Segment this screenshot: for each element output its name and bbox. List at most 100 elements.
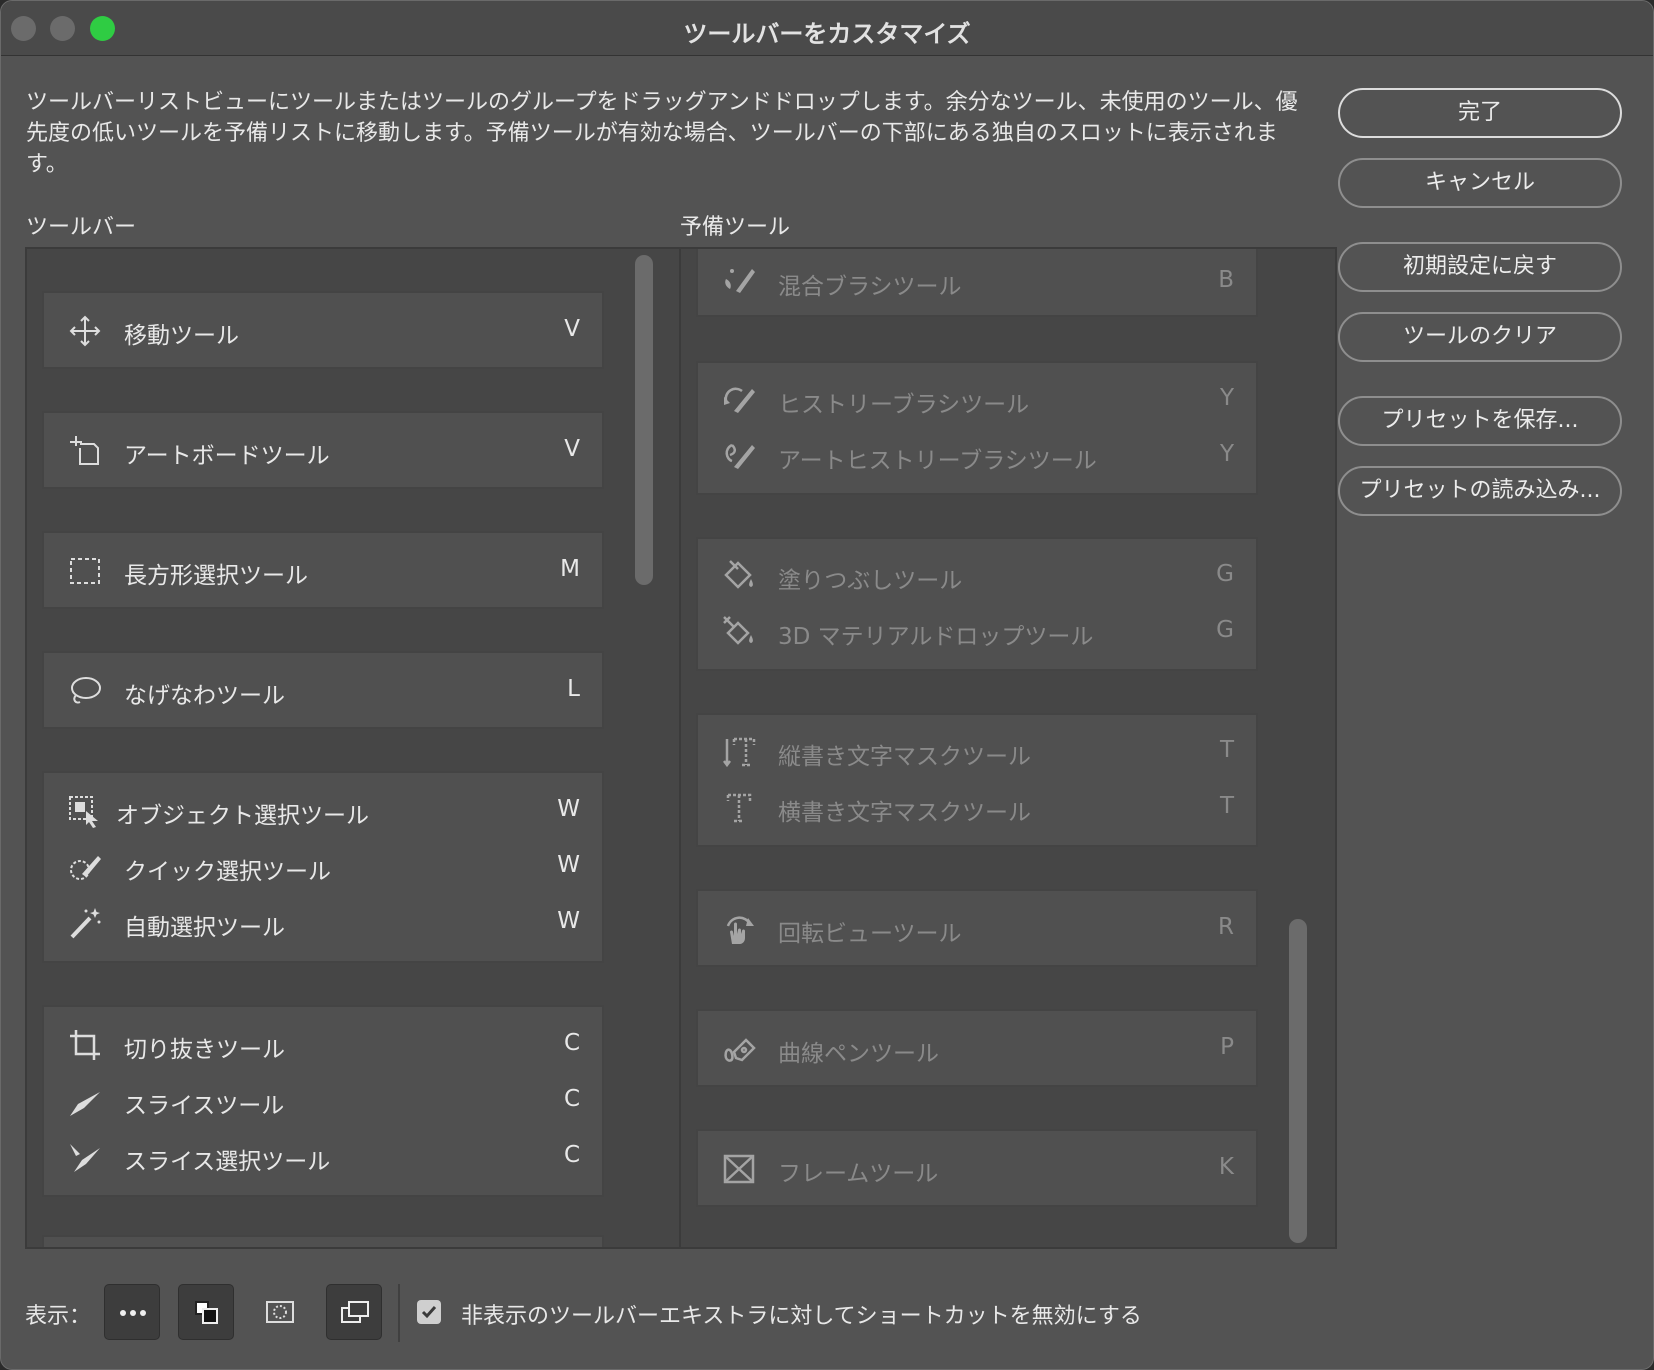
tool-label: 移動ツール (124, 323, 239, 349)
tool-row-slice[interactable]: スライスツール C (44, 1072, 602, 1128)
toggle-screen-mode-button[interactable] (326, 1284, 382, 1340)
tool-label: 曲線ペンツール (778, 1041, 939, 1067)
extra-tools-section-label: 予備ツール (680, 215, 791, 240)
done-button[interactable]: 完了 (1338, 88, 1622, 138)
tool-row-3d-material-drop[interactable]: 3D マテリアルドロップツール G (698, 603, 1256, 659)
art-history-brush-icon (725, 443, 755, 469)
instructions-text: ツールバーリストビューにツールまたはツールのグループをドラッグアンドドロップしま… (26, 90, 1298, 177)
title-bar: ツールバーをカスタマイズ (1, 1, 1653, 56)
tool-shortcut: T (1219, 793, 1234, 819)
tool-shortcut: W (557, 796, 580, 822)
clear-tools-button[interactable]: ツールのクリア (1338, 312, 1622, 362)
tool-row-rotate-view[interactable]: 回転ビューツール R (698, 900, 1256, 956)
tool-row-curvature-pen[interactable]: 曲線ペンツール P (698, 1020, 1256, 1076)
tool-group[interactable] (42, 1235, 604, 1247)
toolbar-section-label: ツールバー (26, 215, 137, 240)
tool-row-paint-bucket[interactable]: 塗りつぶしツール G (698, 547, 1256, 603)
tool-row-move[interactable]: 移動ツール V (44, 302, 602, 358)
tool-group[interactable]: 回転ビューツール R (696, 889, 1258, 967)
tool-group[interactable]: なげなわツール L (42, 651, 604, 729)
tool-shortcut: R (1218, 914, 1234, 940)
save-preset-button[interactable]: プリセットを保存... (1338, 396, 1622, 446)
tool-group[interactable]: フレームツール K (696, 1129, 1258, 1207)
toggle-more-button[interactable] (104, 1284, 160, 1340)
extra-tools-list[interactable]: 混合ブラシツール B ヒストリーブラシツール Y アートヒストリーブラシツール … (679, 247, 1337, 1249)
tool-group[interactable]: 塗りつぶしツール G 3D マテリアルドロップツール G (696, 537, 1258, 671)
cancel-button[interactable]: キャンセル (1338, 158, 1622, 208)
show-label: 表示： (25, 1304, 92, 1329)
tool-shortcut: M (560, 556, 580, 582)
customize-toolbar-dialog: ツールバーをカスタマイズ ツールバーリストビューにツールまたはツールのグループを… (0, 0, 1654, 1370)
tool-label: アートヒストリーブラシツール (778, 448, 1097, 474)
tool-shortcut: C (563, 1142, 580, 1168)
vertical-type-mask-icon (723, 737, 756, 768)
tool-row-vertical-type-mask[interactable]: 縦書き文字マスクツール T (698, 723, 1256, 779)
swatches-icon (195, 1301, 218, 1324)
tool-group[interactable]: 縦書き文字マスクツール T 横書き文字マスクツール T (696, 713, 1258, 847)
tool-group[interactable]: アートボードツール V (42, 411, 604, 489)
tool-group[interactable]: 長方形選択ツール M (42, 531, 604, 609)
3d-material-drop-icon (723, 616, 753, 645)
tool-label: ヒストリーブラシツール (778, 392, 1030, 418)
tool-label: アートボードツール (124, 443, 330, 469)
curvature-pen-icon (724, 1038, 756, 1062)
history-brush-icon (724, 387, 755, 413)
load-preset-button[interactable]: プリセットの読み込み... (1338, 466, 1622, 516)
screen-mode-icon (341, 1301, 369, 1323)
checkmark-icon (421, 1306, 437, 1319)
slice-icon (70, 1092, 100, 1116)
tool-row-quick-selection[interactable]: クイック選択ツール W (44, 838, 602, 894)
tool-group[interactable]: オブジェクト選択ツール W クイック選択ツール W 自動選択ツール W (42, 771, 604, 963)
tool-shortcut: V (564, 436, 580, 462)
tool-group[interactable]: 移動ツール V (42, 291, 604, 369)
tool-group[interactable]: ヒストリーブラシツール Y アートヒストリーブラシツール Y (696, 361, 1258, 495)
slice-select-icon (70, 1144, 100, 1172)
tool-row-rectangular-marquee[interactable]: 長方形選択ツール M (44, 542, 602, 598)
tool-label: 縦書き文字マスクツール (778, 744, 1031, 770)
toolbar-list-scrollbar[interactable] (635, 255, 653, 585)
paint-bucket-icon (724, 560, 753, 589)
restore-defaults-button[interactable]: 初期設定に戻す (1338, 242, 1622, 292)
tool-row-slice-select[interactable]: スライス選択ツール C (44, 1128, 602, 1184)
tool-label: オブジェクト選択ツール (116, 803, 369, 829)
tool-row-crop[interactable]: 切り抜きツール C (44, 1016, 602, 1072)
tool-row-magic-wand[interactable]: 自動選択ツール W (44, 894, 602, 950)
tool-shortcut: B (1218, 267, 1234, 293)
move-icon (69, 315, 101, 347)
tool-row-history-brush[interactable]: ヒストリーブラシツール Y (698, 371, 1256, 427)
toolbar-list[interactable]: 移動ツール V アートボードツール V 長方形選択ツール M なげなわツール L… (25, 247, 683, 1249)
toggle-quick-mask-button[interactable] (252, 1284, 308, 1340)
tool-shortcut: Y (1219, 441, 1234, 467)
tool-row-artboard[interactable]: アートボードツール V (44, 422, 602, 478)
tool-label: なげなわツール (124, 683, 285, 709)
tool-label: 回転ビューツール (778, 921, 962, 947)
toggle-swatches-button[interactable] (178, 1284, 234, 1340)
tool-group[interactable]: 混合ブラシツール B (696, 249, 1258, 317)
tool-row-mixer-brush[interactable]: 混合ブラシツール B (698, 253, 1256, 309)
tool-group[interactable]: 切り抜きツール C スライスツール C スライス選択ツール C (42, 1005, 604, 1197)
rectangular-marquee-icon (70, 558, 100, 584)
tool-row-horizontal-type-mask[interactable]: 横書き文字マスクツール T (698, 779, 1256, 835)
tool-shortcut: G (1216, 561, 1234, 587)
artboard-icon (70, 436, 99, 465)
horizontal-type-mask-icon (726, 793, 752, 823)
tool-group[interactable]: 曲線ペンツール P (696, 1009, 1258, 1087)
tool-row-object-selection[interactable]: オブジェクト選択ツール W (44, 782, 602, 838)
tool-shortcut: G (1216, 617, 1234, 643)
tool-shortcut: V (564, 316, 580, 342)
disable-shortcuts-checkbox[interactable] (417, 1300, 441, 1324)
frame-icon (723, 1154, 755, 1184)
tool-row-lasso[interactable]: なげなわツール L (44, 662, 602, 718)
tool-row-frame[interactable]: フレームツール K (698, 1140, 1256, 1196)
extra-tools-scrollbar[interactable] (1289, 919, 1307, 1243)
quick-mask-icon (266, 1301, 294, 1323)
lasso-icon (71, 677, 101, 704)
tool-shortcut: K (1218, 1154, 1234, 1180)
tool-row-art-history-brush[interactable]: アートヒストリーブラシツール Y (698, 427, 1256, 483)
tool-shortcut: W (557, 852, 580, 878)
tool-label: 混合ブラシツール (778, 274, 962, 300)
window-title: ツールバーをカスタマイズ (683, 20, 971, 48)
disable-shortcuts-label: 非表示のツールバーエキストラに対してショートカットを無効にする (461, 1304, 1142, 1329)
tool-shortcut: L (567, 676, 580, 702)
tool-shortcut: P (1220, 1034, 1234, 1060)
